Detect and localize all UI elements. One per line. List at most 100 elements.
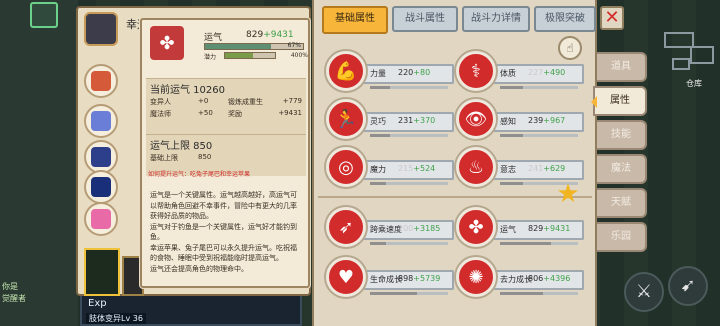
- running-icon: 🏃: [326, 99, 366, 139]
- potential-label: 潜力: [204, 54, 217, 61]
- stat-progress-bar: 67%: [204, 42, 304, 50]
- stat-value: 231+370: [398, 116, 436, 125]
- eye-icon: 👁: [456, 99, 496, 139]
- stat-value: 241+629: [528, 164, 566, 173]
- body-icon: ⚕: [456, 51, 496, 91]
- row-2-label: 魔法师: [150, 110, 171, 118]
- close-icon: ✕: [604, 7, 620, 28]
- stat-name: 意志: [500, 165, 516, 174]
- stats-panel: 基础属性 战斗属性 战斗力详情 极限突破 💪 力量 220+80 ⚕ 体质 227+490…: [312, 0, 597, 326]
- stat-level-bar: [370, 86, 448, 89]
- close-button[interactable]: ✕: [600, 6, 624, 30]
- category-slot-3[interactable]: [84, 140, 118, 174]
- category-slot-1[interactable]: [84, 64, 118, 98]
- fist-icon: 💪: [326, 51, 366, 91]
- settings-button[interactable]: ☝: [558, 36, 582, 60]
- left-hud: [0, 0, 78, 326]
- tooltip-stat-value: 829+9431: [246, 30, 294, 40]
- tooltip-description: 运气是一个关键属性。运气越高越好，高运气可以帮助角色回避不幸事件，冒险中有更大的…: [150, 191, 297, 273]
- side-item-items[interactable]: 道具: [597, 52, 647, 82]
- side-item-paradise[interactable]: 乐园: [597, 222, 647, 252]
- stat-card-3[interactable]: 👁 感知 239+967: [456, 96, 584, 144]
- stat-level-bar: [370, 134, 448, 137]
- stat-value: 806+4396: [528, 274, 571, 283]
- character-preview[interactable]: [84, 248, 120, 296]
- stat-level-bar: [370, 292, 448, 295]
- clover-icon: ✤: [456, 207, 496, 247]
- row-1-value2: +779: [282, 97, 302, 105]
- side-item-skills[interactable]: 技能: [597, 120, 647, 150]
- exp-bar: Exp 肢体变异Lv 36: [80, 294, 302, 326]
- star-icon: ★: [556, 179, 580, 209]
- side-item-attributes[interactable]: 属性: [591, 86, 647, 116]
- heart-icon: ♥: [326, 257, 366, 297]
- side-item-magic[interactable]: 魔法: [597, 154, 647, 184]
- stat-level-bar: [370, 182, 448, 185]
- stat-value: 100+3185: [398, 224, 441, 233]
- tab-power-detail[interactable]: 战斗力详情: [462, 6, 530, 32]
- tab-combat[interactable]: 战斗属性: [392, 6, 458, 32]
- stat-card-0[interactable]: 💪 力量 220+80: [326, 48, 454, 96]
- row-2-label2: 奖励: [228, 110, 242, 118]
- stat-name: 运气: [500, 225, 516, 234]
- stat-level-bar: [370, 242, 448, 245]
- clover-icon: ✤: [150, 26, 184, 60]
- stat-card-8[interactable]: ♥ 生命成长 898+5739: [326, 254, 454, 302]
- tab-basic[interactable]: 基础属性: [322, 6, 388, 34]
- stat-name: 感知: [500, 117, 516, 126]
- stat-name: 魔力: [370, 165, 386, 174]
- stat-value: 220+80: [398, 68, 431, 77]
- flower-icon: [91, 209, 111, 229]
- stat-tooltip: ✤ 运气 829+9431 67% 潜力 400% 当前运气 10260 变异人…: [140, 18, 310, 288]
- stat-card-2[interactable]: 🏃 灵巧 231+370: [326, 96, 454, 144]
- stat-value: 898+5739: [398, 274, 441, 283]
- stat-card-7[interactable]: ✤ 运气 829+9431: [456, 204, 584, 252]
- stat-name: 体质: [500, 69, 516, 78]
- row-1-value: +0: [198, 97, 209, 105]
- stat-level-bar: [500, 134, 578, 137]
- player-avatar[interactable]: [30, 2, 58, 28]
- stat-level-bar: [500, 86, 578, 89]
- favorite-star-button[interactable]: ★: [554, 180, 582, 208]
- row-2-value2: +9431: [278, 109, 302, 117]
- stat-name: 灵巧: [370, 117, 386, 126]
- potential-bar: [224, 52, 276, 59]
- category-slot-4[interactable]: [84, 170, 118, 204]
- stat-card-6[interactable]: ➶ 跨乘速度 100+3185: [326, 204, 454, 252]
- potential-cap: 400%: [290, 52, 308, 59]
- category-slot-2[interactable]: [84, 104, 118, 138]
- side-item-talents[interactable]: 天赋: [597, 188, 647, 218]
- sword-icon: ⚔: [635, 281, 653, 302]
- tab-limit-break[interactable]: 极限突破: [534, 6, 596, 32]
- cap-base-label: 基础上限: [150, 154, 178, 162]
- bow-action-button[interactable]: ➹: [668, 266, 708, 306]
- hud-text-1: 你是: [2, 282, 18, 291]
- shield-icon: [91, 147, 111, 167]
- stat-tabs: 基础属性 战斗属性 战斗力详情 极限突破: [316, 0, 596, 38]
- cap-base-value: 850: [198, 153, 212, 161]
- burst-icon: ✺: [456, 257, 496, 297]
- exp-sub: 肢体变异Lv 36: [86, 313, 146, 324]
- progress-pct: 67%: [287, 42, 301, 49]
- tooltip-hint: 如何提升运气：吃兔子尾巴和幸运苹果: [148, 171, 251, 178]
- flame-icon: ♨: [456, 147, 496, 187]
- exp-label: Exp: [88, 298, 107, 309]
- stat-card-9[interactable]: ✺ 去力成长 806+4396: [456, 254, 584, 302]
- stat-card-4[interactable]: ◎ 魔力 215+524: [326, 144, 454, 192]
- row-2-value: +50: [198, 109, 213, 117]
- hud-text-2: 觉醒者: [2, 294, 26, 303]
- bow-icon: ➹: [680, 275, 696, 296]
- stat-name: 力量: [370, 69, 386, 78]
- speed-icon: ➶: [326, 207, 366, 247]
- creature-icon: [91, 71, 111, 91]
- sword-action-button[interactable]: ⚔: [624, 272, 664, 312]
- wizard-icon: [91, 111, 111, 131]
- stat-value: 239+967: [528, 116, 566, 125]
- row-1-label2: 锻炼成重生: [228, 98, 263, 106]
- map-label: 仓库: [686, 79, 702, 88]
- hero-portrait[interactable]: [84, 12, 118, 46]
- current-title: 当前运气 10260: [150, 85, 225, 96]
- minimap[interactable]: [650, 28, 720, 90]
- category-slot-5[interactable]: [84, 202, 118, 236]
- stat-value: 227+490: [528, 68, 566, 77]
